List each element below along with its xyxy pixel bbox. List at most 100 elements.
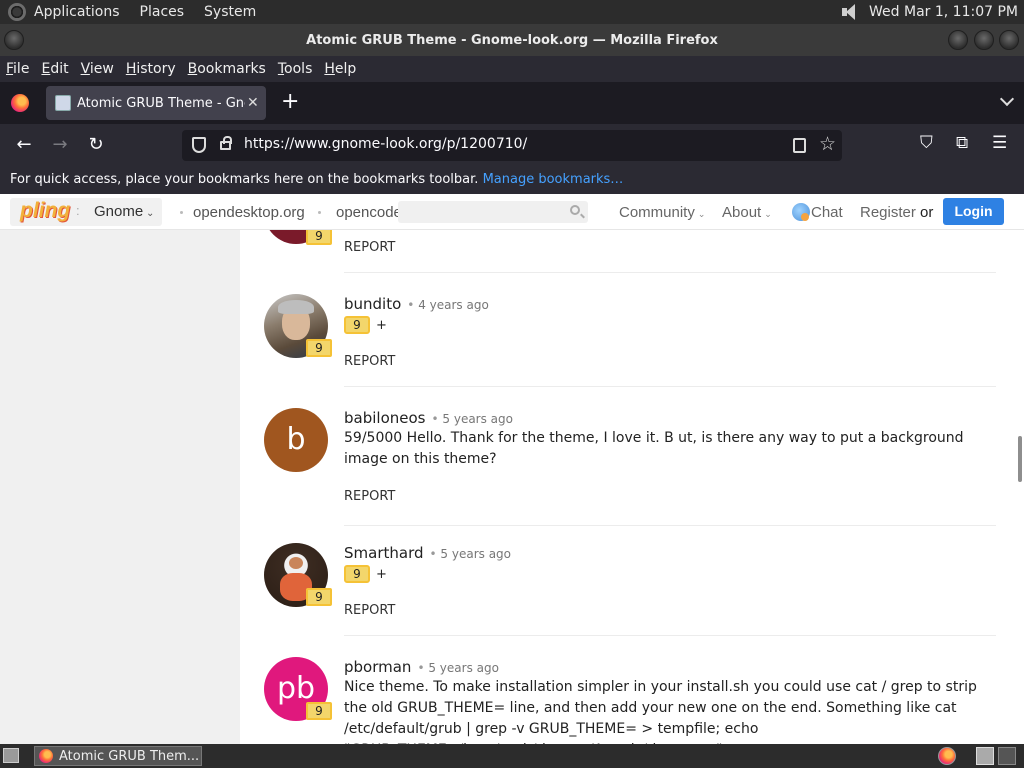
chat-icon[interactable] (792, 203, 810, 221)
applications-menu[interactable]: Applications (34, 4, 120, 20)
url-text[interactable]: https://www.gnome-look.org/p/1200710/ (244, 136, 527, 152)
firefox-icon (39, 749, 53, 763)
menu-bookmarks[interactable]: Bookmarks (188, 61, 266, 77)
bookmarks-hint: For quick access, place your bookmarks h… (10, 172, 479, 187)
new-tab-button[interactable]: + (281, 90, 299, 114)
avatar-initials: b (264, 408, 328, 472)
show-desktop-button[interactable] (3, 748, 19, 763)
workspace-1[interactable] (976, 747, 994, 765)
report-link[interactable]: REPORT (344, 240, 395, 255)
comment-username[interactable]: pborman5 years ago (344, 658, 499, 676)
user-score-badge: 9 (306, 230, 332, 245)
menu-help[interactable]: Help (324, 61, 356, 77)
rating-plus: + (376, 566, 387, 582)
hamburger-menu-icon[interactable]: ☰ (992, 133, 1007, 153)
about-menu[interactable]: About ⌄ (722, 204, 772, 221)
bookmarks-toolbar: For quick access, place your bookmarks h… (0, 166, 1024, 194)
lock-icon[interactable] (220, 136, 232, 150)
rating: 9 + (344, 565, 387, 583)
divider (344, 386, 996, 387)
gnome-foot-icon[interactable] (8, 3, 26, 21)
chat-link[interactable]: Chat (811, 204, 843, 221)
community-menu[interactable]: Community ⌄ (619, 204, 705, 221)
system-menu[interactable]: System (204, 4, 256, 20)
comment-username[interactable]: Smarthard5 years ago (344, 544, 511, 562)
tracking-protection-shield-icon[interactable] (192, 137, 206, 153)
report-link[interactable]: REPORT (344, 489, 395, 504)
back-button[interactable]: ← (12, 133, 36, 157)
menu-file[interactable]: File (6, 61, 29, 77)
reader-view-icon[interactable] (793, 138, 806, 153)
logo-separator: : (76, 203, 80, 218)
comment-time: 5 years ago (417, 661, 499, 675)
left-sidebar (0, 230, 240, 744)
register-link[interactable]: Register (860, 204, 916, 221)
opencode-link[interactable]: opencode (336, 204, 402, 221)
pling-logo[interactable]: pling (20, 199, 70, 223)
volume-icon[interactable] (839, 3, 861, 21)
taskbar-firefox-window[interactable]: Atomic GRUB Them... (34, 746, 202, 766)
page-scrollbar-thumb[interactable] (1018, 436, 1022, 482)
minimize-button[interactable] (948, 30, 968, 50)
comment-time: 4 years ago (407, 298, 489, 312)
or-text: or (920, 204, 934, 221)
divider (344, 635, 996, 636)
chevron-down-icon[interactable]: ⌄ (146, 208, 154, 219)
forward-button[interactable]: → (48, 133, 72, 157)
maximize-button[interactable] (974, 30, 994, 50)
url-bar[interactable]: https://www.gnome-look.org/p/1200710/ ☆ (182, 130, 842, 161)
user-score-badge: 9 (306, 339, 332, 357)
report-link[interactable]: REPORT (344, 354, 395, 369)
store-selector[interactable]: pling : Gnome ⌄ (10, 198, 162, 226)
window-title: Atomic GRUB Theme - Gnome-look.org — Moz… (306, 32, 718, 48)
comment-text: 59/5000 Hello. Thank for the theme, I lo… (344, 430, 964, 467)
places-menu[interactable]: Places (140, 4, 185, 20)
comment-text: Nice theme. To make installation simpler… (344, 679, 977, 744)
user-score-badge: 9 (306, 702, 332, 720)
separator-dot (180, 211, 183, 214)
avatar[interactable]: b (264, 408, 328, 472)
taskbar-window-title: Atomic GRUB Them... (59, 748, 200, 764)
menu-edit[interactable]: Edit (41, 61, 68, 77)
report-link[interactable]: REPORT (344, 603, 395, 618)
clock[interactable]: Wed Mar 1, 11:07 PM (869, 4, 1018, 20)
list-all-tabs-chevron-icon[interactable] (999, 91, 1015, 107)
firefox-tray-icon[interactable] (938, 747, 956, 765)
rating-score: 9 (344, 565, 370, 583)
opendesktop-link[interactable]: opendesktop.org (193, 204, 305, 221)
bookmark-star-icon[interactable]: ☆ (819, 133, 836, 155)
site-favicon-icon (55, 95, 71, 111)
site-search-input[interactable] (398, 201, 588, 223)
login-button[interactable]: Login (943, 198, 1004, 225)
divider (344, 272, 996, 273)
manage-bookmarks-link[interactable]: Manage bookmarks… (483, 172, 624, 187)
divider (344, 525, 996, 526)
reload-button[interactable]: ↻ (84, 133, 108, 157)
firefox-view-icon[interactable] (11, 94, 29, 112)
search-icon[interactable] (570, 205, 580, 215)
site-header: pling : Gnome ⌄ opendesktop.org opencode… (0, 194, 1024, 230)
comment-username[interactable]: bundito4 years ago (344, 295, 489, 313)
window-titlebar[interactable]: Atomic GRUB Theme - Gnome-look.org — Moz… (0, 24, 1024, 56)
menu-tools[interactable]: Tools (278, 61, 313, 77)
comment-username[interactable]: babiloneos5 years ago (344, 409, 513, 427)
extensions-icon[interactable]: ⧉ (956, 133, 968, 153)
navigation-toolbar: ← → ↻ https://www.gnome-look.org/p/12007… (0, 124, 1024, 166)
menu-history[interactable]: History (126, 61, 176, 77)
close-window-button[interactable] (999, 30, 1019, 50)
pocket-icon[interactable]: ⛉ (920, 133, 933, 153)
store-name[interactable]: Gnome (94, 203, 143, 220)
workspace-2[interactable] (998, 747, 1016, 765)
rating: 9 + (344, 316, 387, 334)
top-panel: Applications Places System Wed Mar 1, 11… (0, 0, 1024, 24)
comment-time: 5 years ago (430, 547, 512, 561)
rating-plus: + (376, 317, 387, 333)
tab-close-icon[interactable]: ✕ (247, 95, 259, 111)
menubar: File Edit View History Bookmarks Tools H… (0, 56, 1024, 82)
rating-score: 9 (344, 316, 370, 334)
window-menu-button[interactable] (4, 30, 24, 50)
user-score-badge: 9 (306, 588, 332, 606)
tab-title: Atomic GRUB Theme - Gnome-look.org (77, 95, 245, 111)
tab-atomic-grub-theme[interactable]: Atomic GRUB Theme - Gnome-look.org ✕ (46, 86, 266, 120)
menu-view[interactable]: View (81, 61, 114, 77)
